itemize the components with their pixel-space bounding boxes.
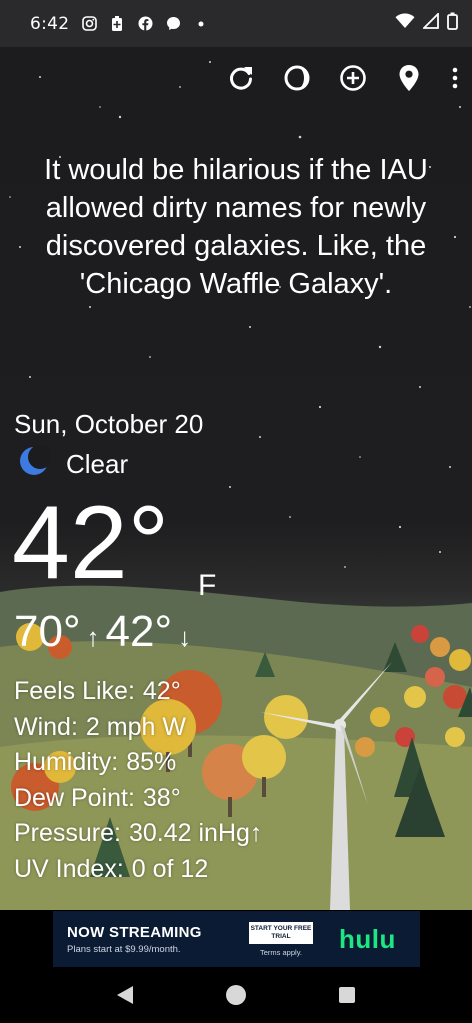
messenger-icon: [165, 16, 181, 32]
feels-like-value: 42°: [142, 677, 181, 705]
detail-row: Pressure: 30.42 inHg↑: [14, 816, 262, 852]
low-arrow: ↓: [178, 622, 192, 652]
signal-icon: [421, 11, 439, 34]
status-time: 6:42: [30, 13, 70, 34]
dew-point-label: Dew Point:: [14, 783, 135, 812]
refresh-icon[interactable]: [224, 61, 258, 95]
navigation-bar: [0, 967, 472, 1023]
ad-banner[interactable]: NOW STREAMING Plans start at $9.99/month…: [53, 911, 420, 967]
humidity-value: 85%: [126, 748, 177, 776]
date-label: Sun, October 20: [14, 409, 204, 439]
theme-toggle-icon[interactable]: [280, 61, 314, 95]
quote-text: It would be hilarious if the IAU allowed…: [44, 154, 428, 300]
moon-icon: [18, 445, 52, 484]
overflow-menu-icon[interactable]: [448, 61, 462, 95]
detail-row: Dew Point: 38°: [14, 781, 262, 817]
high-low: 70° ↑ 42° ↓: [14, 607, 191, 657]
low-temp: 42°: [105, 607, 173, 656]
current-temperature: 42°: [12, 485, 170, 601]
dew-point-value: 38°: [142, 783, 181, 812]
ad-text: NOW STREAMING Plans start at $9.99/month…: [53, 924, 229, 955]
wind-value: 2 mph W: [85, 712, 186, 741]
instagram-icon: [81, 16, 97, 32]
ad-cta-group: START YOUR FREE TRIAL Terms apply.: [241, 921, 321, 957]
detail-row: Wind: 2 mph W: [14, 710, 262, 746]
ad-subline: Plans start at $9.99/month.: [67, 943, 181, 955]
humidity-label: Humidity:: [14, 748, 119, 776]
ad-brand-logo: hulu: [339, 923, 396, 954]
wifi-icon: [395, 13, 415, 34]
dot-icon: [193, 16, 209, 32]
high-arrow: ↑: [86, 622, 100, 652]
detail-row: Feels Like: 42°: [14, 674, 262, 710]
toolbar: [224, 61, 462, 95]
weather-scene: It would be hilarious if the IAU allowed…: [0, 47, 472, 910]
pressure-value: 30.42 inHg↑: [128, 819, 263, 847]
detail-row: Humidity: 85%: [14, 745, 262, 781]
high-temp: 70°: [14, 607, 81, 656]
location-pin-icon[interactable]: [392, 61, 426, 95]
temperature-unit: F: [198, 569, 217, 602]
battery-icon: [447, 12, 458, 35]
ad-cta-button[interactable]: START YOUR FREE TRIAL: [249, 921, 313, 944]
weather-details: Feels Like: 42° Wind: 2 mph W Humidity: 85%…: [14, 674, 262, 887]
home-icon[interactable]: [216, 975, 256, 1015]
recents-icon[interactable]: [327, 975, 367, 1015]
back-icon[interactable]: [105, 975, 145, 1015]
feels-like-label: Feels Like:: [14, 677, 135, 705]
condition-row: Clear: [18, 445, 128, 484]
condition-label: Clear: [66, 449, 129, 479]
battery-saver-icon: [109, 15, 125, 32]
wind-label: Wind:: [14, 712, 78, 741]
ad-headline: NOW STREAMING: [67, 923, 202, 941]
uv-index-label: UV Index:: [14, 854, 124, 883]
status-bar: 6:42: [0, 0, 472, 47]
uv-index-value: 0 of 12: [131, 854, 209, 883]
pressure-label: Pressure:: [14, 819, 121, 847]
detail-row: UV Index: 0 of 12: [14, 852, 262, 888]
add-location-icon[interactable]: [336, 61, 370, 95]
ad-terms: Terms apply.: [260, 947, 302, 957]
facebook-icon: [137, 16, 153, 32]
